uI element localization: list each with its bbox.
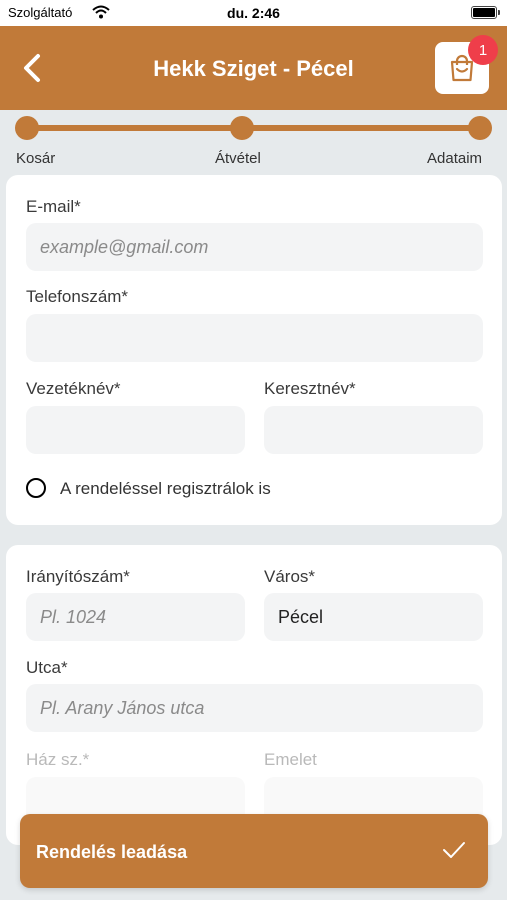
lastname-label: Vezetéknév*: [26, 379, 121, 398]
firstname-field[interactable]: [264, 406, 483, 454]
checkmark-icon: [443, 842, 465, 858]
phone-field[interactable]: [26, 314, 483, 362]
contact-card: E-mail* Telefonszám* Vezetéknév* Kereszt…: [6, 175, 502, 525]
street-label: Utca*: [26, 658, 68, 677]
cart-count-badge: 1: [468, 35, 498, 65]
clock: du. 2:46: [227, 5, 280, 21]
battery-fill: [473, 8, 495, 17]
firstname-label: Keresztnév*: [264, 379, 356, 398]
zip-label: Irányítószám*: [26, 567, 130, 586]
step-label-details: Adataim: [427, 150, 483, 167]
phone-label: Telefonszám*: [26, 287, 129, 306]
page-title: Hekk Sziget - Pécel: [153, 56, 354, 81]
register-radio[interactable]: [26, 478, 46, 498]
step-dot-cart: [15, 116, 39, 140]
battery-icon: [471, 6, 500, 19]
step-dot-pickup: [230, 116, 254, 140]
step-label-cart: Kosár: [16, 150, 56, 167]
house-label: Ház sz.*: [26, 750, 90, 769]
lastname-field[interactable]: [26, 406, 245, 454]
street-field[interactable]: [26, 684, 483, 732]
email-label: E-mail*: [26, 197, 81, 216]
email-field[interactable]: [26, 223, 483, 271]
place-order-button[interactable]: Rendelés leadása: [20, 814, 488, 888]
step-dot-details: [468, 116, 492, 140]
house-floor-row: Ház sz.* Emelet: [6, 745, 502, 825]
zip-field[interactable]: [26, 593, 245, 641]
floor-label: Emelet: [264, 750, 317, 769]
city-label: Város*: [264, 567, 316, 586]
step-label-pickup: Átvétel: [215, 150, 261, 167]
checkout-stepper: Kosár Átvétel Adataim: [0, 110, 507, 174]
register-label: A rendeléssel regisztrálok is: [60, 479, 271, 498]
city-field[interactable]: [264, 593, 483, 641]
place-order-label: Rendelés leadása: [36, 842, 188, 862]
status-bar: Szolgáltató du. 2:46: [0, 0, 507, 26]
app-header: Hekk Sziget - Pécel 1: [0, 26, 507, 110]
